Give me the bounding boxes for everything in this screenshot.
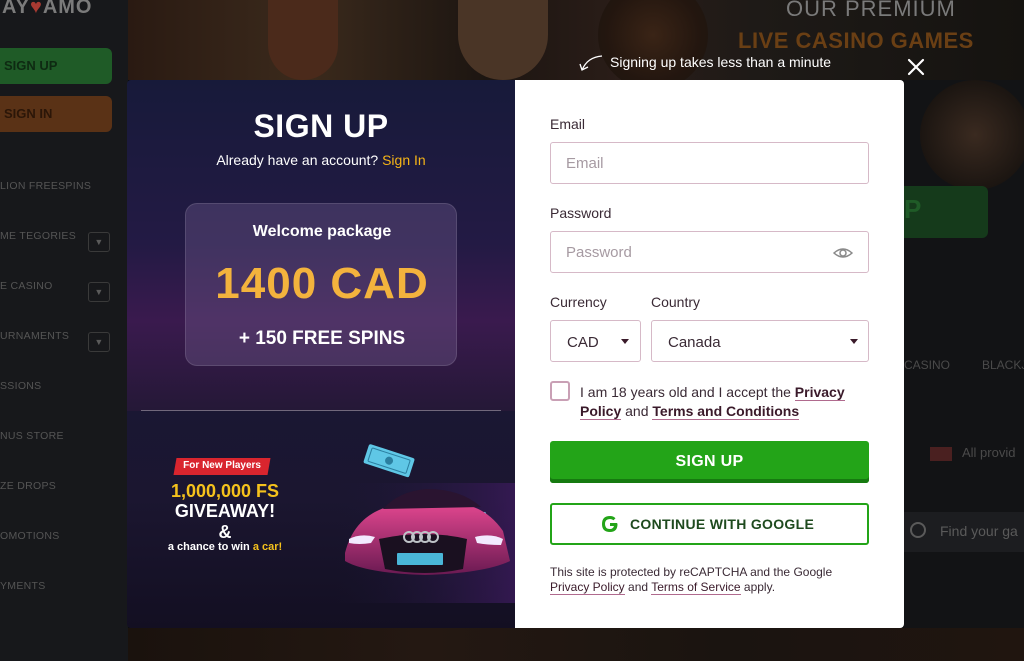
category-casino[interactable]: CASINO: [904, 358, 950, 372]
game-thumbnails-row: [128, 628, 1024, 661]
sidebar-item-prize-drops[interactable]: ZE DROPS: [0, 480, 128, 530]
close-icon[interactable]: [905, 56, 927, 78]
have-account-line: Already have an account? Sign In: [127, 152, 515, 168]
signup-form: Email Password Currency Country CAD Cana…: [515, 80, 904, 628]
currency-value: CAD: [567, 334, 599, 351]
currency-label: Currency: [550, 294, 607, 310]
giveaway-chance-text: a chance to win: [167, 541, 250, 553]
package-title: Welcome package: [252, 223, 392, 240]
google-signin-button[interactable]: CONTINUE WITH GOOGLE: [550, 503, 869, 545]
category-blackjack[interactable]: BLACKJ: [982, 358, 1024, 372]
sidebar-item-promotions[interactable]: OMOTIONS: [0, 530, 128, 580]
sidebar-item-payments[interactable]: YMENTS: [0, 580, 128, 630]
giveaway-car-text: a car!: [252, 541, 283, 553]
new-players-badge: For New Players: [173, 458, 271, 475]
hero-player-image: [458, 0, 548, 80]
google-privacy-link[interactable]: Privacy Policy: [550, 580, 625, 595]
modal-title: SIGN UP: [253, 108, 389, 144]
sidebar-item-bonus-store[interactable]: NUS STORE: [0, 430, 128, 480]
giveaway-amp: &: [218, 522, 232, 542]
age-terms-checkbox[interactable]: [550, 381, 570, 401]
sidebar-item-label: YMENTS: [0, 580, 46, 592]
terms-conditions-link[interactable]: Terms and Conditions: [652, 403, 800, 420]
badge-text: For New Players: [183, 460, 261, 471]
eye-icon[interactable]: [832, 242, 854, 264]
giveaway-title: GIVEAWAY!: [174, 501, 276, 521]
email-field[interactable]: [550, 142, 869, 184]
password-field[interactable]: [550, 231, 869, 273]
background-signup-button[interactable]: P: [904, 186, 988, 238]
hero-heading: OUR PREMIUM: [786, 0, 956, 21]
sidebar-item-missions[interactable]: SSIONS: [0, 380, 128, 430]
search-icon: [910, 522, 926, 538]
terms-prefix: I am 18 years old and I accept the: [580, 384, 791, 400]
logo-left: AY: [2, 0, 30, 18]
sidebar-signup-button[interactable]: SIGN UP: [0, 48, 112, 84]
logo-right: AMO: [42, 0, 93, 18]
logo[interactable]: AY♥AMO: [2, 0, 93, 19]
giveaway-amount: 1,000,000 FS: [170, 481, 280, 501]
chevron-down-icon: [850, 339, 858, 344]
country-label: Country: [651, 294, 701, 310]
have-account-text: Already have an account?: [216, 152, 379, 168]
roulette-wheel-image: [598, 0, 708, 90]
recaptcha-notice: This site is protected by reCAPTCHA and …: [550, 565, 870, 595]
flag-icon: [930, 447, 952, 461]
google-terms-link[interactable]: Terms of Service: [651, 580, 741, 595]
package-amount: 1400 CAD: [215, 259, 429, 308]
sidebar-item-live-casino[interactable]: E CASINO ▼: [0, 280, 128, 330]
chevron-down-icon[interactable]: ▼: [88, 232, 110, 252]
sidebar-item-label: ZE DROPS: [0, 480, 57, 492]
sidebar-item-label: ME TEGORIES: [0, 230, 77, 242]
sidebar-item-label: OMOTIONS: [0, 530, 60, 542]
sidebar: AY♥AMO SIGN UP SIGN IN LION FREESPINS ME…: [0, 0, 128, 661]
sidebar-item-categories[interactable]: ME TEGORIES ▼: [0, 230, 128, 280]
google-g-icon: [602, 516, 618, 532]
country-value: Canada: [668, 334, 721, 351]
signup-modal: SIGN UP Already have an account? Sign In…: [127, 80, 904, 628]
chevron-down-icon[interactable]: ▼: [88, 332, 110, 352]
curved-arrow-icon: [579, 55, 603, 71]
sidebar-menu: LION FREESPINS ME TEGORIES ▼ E CASINO ▼ UR…: [0, 180, 128, 630]
country-select[interactable]: Canada: [651, 320, 869, 362]
chevron-down-icon: [621, 339, 629, 344]
google-button-label: CONTINUE WITH GOOGLE: [630, 516, 815, 532]
sidebar-item-freespins[interactable]: LION FREESPINS: [0, 180, 128, 230]
hero-subheading: LIVE CASINO GAMES: [738, 28, 974, 53]
recaptcha-and: and: [628, 580, 649, 594]
car-image: [335, 444, 515, 603]
promo-panel: SIGN UP Already have an account? Sign In…: [127, 80, 515, 628]
sidebar-item-label: NUS STORE: [0, 430, 64, 442]
package-spins: + 150 FREE SPINS: [238, 328, 406, 349]
heart-icon: ♥: [29, 0, 43, 18]
sidebar-item-label: E CASINO: [0, 280, 53, 292]
chevron-down-icon[interactable]: ▼: [88, 282, 110, 302]
giveaway-car-line: a chance to win a car!: [147, 541, 303, 553]
signin-link[interactable]: Sign In: [382, 152, 426, 168]
terms-text: I am 18 years old and I accept the Priva…: [580, 383, 880, 421]
hero-dealer-image: [268, 0, 338, 80]
recaptcha-text: This site is protected by reCAPTCHA and …: [550, 565, 833, 579]
sidebar-item-label: URNAMENTS: [0, 330, 70, 342]
giveaway-banner: For New Players 1,000,000 FS GIVEAWAY! &…: [127, 411, 515, 628]
terms-and: and: [625, 403, 649, 419]
sidebar-signin-button[interactable]: SIGN IN: [0, 96, 112, 132]
sidebar-item-tournaments[interactable]: URNAMENTS ▼: [0, 330, 128, 380]
welcome-package-card: Welcome package 1400 CAD + 150 FREE SPIN…: [185, 203, 457, 366]
providers-select[interactable]: All provid: [962, 445, 1015, 460]
sidebar-item-label: LION FREESPINS: [0, 180, 92, 192]
email-label: Email: [550, 116, 586, 132]
caption-text: Signing up takes less than a minute: [610, 54, 832, 70]
roulette-wheel-image: [920, 80, 1024, 190]
sidebar-item-label: SSIONS: [0, 380, 42, 392]
recaptcha-apply: apply.: [743, 580, 776, 594]
signup-button[interactable]: SIGN UP: [550, 441, 869, 483]
currency-select[interactable]: CAD: [550, 320, 641, 362]
password-label: Password: [550, 205, 612, 221]
